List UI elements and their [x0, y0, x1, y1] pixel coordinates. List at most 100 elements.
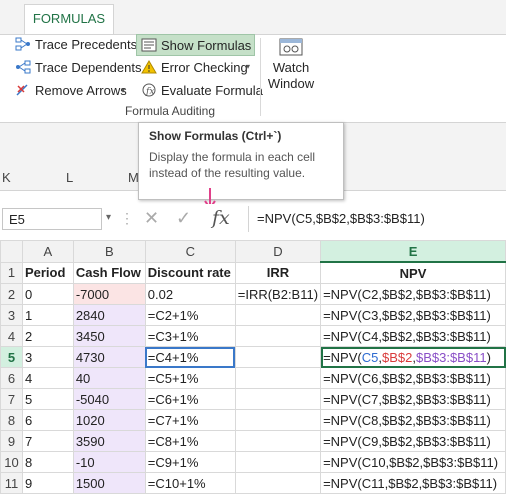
cell-c8[interactable]: =C7+1%: [144, 409, 236, 431]
cell-e2[interactable]: =NPV(C2,$B$2,$B$3:$B$11): [320, 283, 506, 305]
remove-arrows-dropdown-icon[interactable]: ▾: [121, 86, 129, 95]
cell-e3[interactable]: =NPV(C3,$B$2,$B$3:$B$11): [320, 304, 506, 326]
cell-c7[interactable]: =C6+1%: [144, 388, 236, 410]
error-checking-button[interactable]: Error Checking: [140, 57, 248, 77]
column-header-a[interactable]: A: [21, 240, 74, 263]
cell-c6[interactable]: =C5+1%: [144, 367, 236, 389]
cell-e6[interactable]: =NPV(C6,$B$2,$B$3:$B$11): [320, 367, 506, 389]
column-header-d[interactable]: D: [234, 240, 322, 263]
cell-d7[interactable]: [234, 388, 322, 410]
cell-e5[interactable]: =NPV(C5,$B$2,$B$3:$B$11): [320, 346, 506, 368]
error-checking-dropdown-icon[interactable]: ▾: [246, 62, 250, 71]
cell-d3[interactable]: [234, 304, 322, 326]
row-header-8[interactable]: 8: [0, 409, 23, 431]
watch-window-button[interactable]: Watch Window: [266, 36, 316, 92]
name-box-dropdown-icon[interactable]: ▾: [106, 212, 111, 223]
cell-c11[interactable]: =C10+1%: [144, 472, 236, 494]
evaluate-formula-button[interactable]: fx Evaluate Formula: [140, 80, 263, 100]
formula-part-close: ): [486, 349, 491, 365]
cell-d1[interactable]: IRR: [234, 261, 322, 284]
trace-precedents-button[interactable]: Trace Precedents: [14, 34, 137, 54]
cell-d10[interactable]: [234, 451, 322, 473]
cell-c5[interactable]: =C4+1%: [144, 346, 236, 368]
cell-a11[interactable]: 9: [21, 472, 74, 494]
cell-e1[interactable]: NPV: [320, 261, 506, 284]
cell-a9[interactable]: 7: [21, 430, 74, 452]
cell-a6[interactable]: 4: [21, 367, 74, 389]
select-all-corner[interactable]: [0, 240, 23, 263]
row-header-3[interactable]: 3: [0, 304, 23, 326]
row-header-6[interactable]: 6: [0, 367, 23, 389]
cell-c3[interactable]: =C2+1%: [144, 304, 236, 326]
column-header-b[interactable]: B: [72, 240, 146, 263]
svg-text:fx: fx: [145, 87, 154, 97]
cell-b2[interactable]: -7000: [72, 283, 146, 305]
row-header-10[interactable]: 10: [0, 451, 23, 473]
cell-e7[interactable]: =NPV(C7,$B$2,$B$3:$B$11): [320, 388, 506, 410]
cell-d8[interactable]: [234, 409, 322, 431]
cell-b3[interactable]: 2840: [72, 304, 146, 326]
cell-d11[interactable]: [234, 472, 322, 494]
trace-dependents-label: Trace Dependents: [35, 59, 142, 75]
row-header-11[interactable]: 11: [0, 472, 23, 494]
cell-e9[interactable]: =NPV(C9,$B$2,$B$3:$B$11): [320, 430, 506, 452]
cell-a2[interactable]: 0: [21, 283, 74, 305]
cell-b6[interactable]: 40: [72, 367, 146, 389]
cell-b4[interactable]: 3450: [72, 325, 146, 347]
cell-b1[interactable]: Cash Flow: [72, 261, 146, 284]
cell-d2[interactable]: =IRR(B2:B11): [234, 283, 322, 305]
cell-e10[interactable]: =NPV(C10,$B$2,$B$3:$B$11): [320, 451, 506, 473]
trace-precedents-label: Trace Precedents: [35, 36, 138, 52]
cell-d5[interactable]: [234, 346, 322, 368]
cell-c9[interactable]: =C8+1%: [144, 430, 236, 452]
cell-d6[interactable]: [234, 367, 322, 389]
enter-check-icon[interactable]: ✓: [176, 208, 191, 229]
row-header-1[interactable]: 1: [0, 261, 23, 284]
row-header-5[interactable]: 5: [0, 346, 23, 368]
cell-a7[interactable]: 5: [21, 388, 74, 410]
watch-window-label-2: Window: [267, 76, 315, 91]
column-header-c[interactable]: C: [144, 240, 236, 263]
cell-b7[interactable]: -5040: [72, 388, 146, 410]
cell-b9[interactable]: 3590: [72, 430, 146, 452]
cell-a10[interactable]: 8: [21, 451, 74, 473]
cell-b5[interactable]: 4730: [72, 346, 146, 368]
remove-arrows-button[interactable]: Remove Arrows: [14, 80, 127, 100]
evaluate-formula-icon: fx: [140, 82, 158, 98]
cell-a4[interactable]: 2: [21, 325, 74, 347]
row-header-7[interactable]: 7: [0, 388, 23, 410]
cell-e8[interactable]: =NPV(C8,$B$2,$B$3:$B$11): [320, 409, 506, 431]
column-header-e[interactable]: E: [320, 240, 506, 263]
tab-formulas[interactable]: FORMULAS: [24, 4, 114, 35]
cell-b11[interactable]: 1500: [72, 472, 146, 494]
cell-c4[interactable]: =C3+1%: [144, 325, 236, 347]
cell-c1[interactable]: Discount rate: [144, 261, 236, 284]
name-box[interactable]: E5: [2, 208, 102, 230]
cancel-icon[interactable]: ✕: [144, 208, 159, 229]
trace-dependents-button[interactable]: Trace Dependents: [14, 57, 141, 77]
cell-a3[interactable]: 1: [21, 304, 74, 326]
cell-a1[interactable]: Period: [21, 261, 74, 284]
cell-c2[interactable]: 0.02: [144, 283, 236, 305]
cell-b10[interactable]: -10: [72, 451, 146, 473]
formula-input[interactable]: =NPV(C5,$B$2,$B$3:$B$11): [248, 206, 506, 232]
table-row: 7 5 -5040 =C6+1% =NPV(C7,$B$2,$B$3:$B$11): [0, 388, 506, 410]
cell-e11[interactable]: =NPV(C11,$B$2,$B$3:$B$11): [320, 472, 506, 494]
cell-a5[interactable]: 3: [21, 346, 74, 368]
remove-arrows-icon: [14, 82, 32, 98]
cell-c10[interactable]: =C9+1%: [144, 451, 236, 473]
row-header-4[interactable]: 4: [0, 325, 23, 347]
row-header-2[interactable]: 2: [0, 283, 23, 305]
insert-function-icon[interactable]: fx: [212, 207, 230, 229]
trace-dependents-icon: [14, 59, 32, 75]
trace-precedents-icon: [14, 36, 32, 52]
cell-d9[interactable]: [234, 430, 322, 452]
cell-a8[interactable]: 6: [21, 409, 74, 431]
cell-e4[interactable]: =NPV(C4,$B$2,$B$3:$B$11): [320, 325, 506, 347]
cell-d4[interactable]: [234, 325, 322, 347]
show-formulas-button[interactable]: Show Formulas: [136, 34, 256, 56]
table-row: 10 8 -10 =C9+1% =NPV(C10,$B$2,$B$3:$B$11): [0, 451, 506, 473]
cell-b8[interactable]: 1020: [72, 409, 146, 431]
spreadsheet-grid: A B C D E 1 Period Cash Flow Discount rate I…: [0, 240, 506, 494]
row-header-9[interactable]: 9: [0, 430, 23, 452]
